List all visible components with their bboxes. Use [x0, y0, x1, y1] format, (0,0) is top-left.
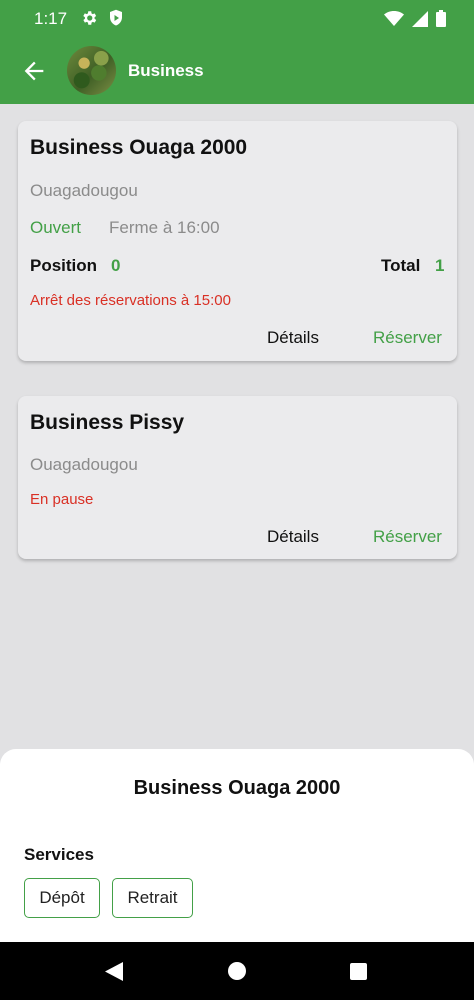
service-chip-depot[interactable]: Dépôt — [24, 878, 100, 918]
reserve-button[interactable]: Réserver — [373, 328, 442, 348]
position-label: Position — [30, 256, 98, 275]
battery-icon — [436, 10, 446, 32]
status-bar: 1:17 — [0, 0, 474, 38]
wifi-icon — [384, 10, 404, 32]
business-city: Ouagadougou — [30, 455, 138, 474]
cell-signal-icon — [412, 10, 428, 32]
services-bottom-sheet: Business Ouaga 2000 Services Dépôt Retra… — [0, 749, 474, 942]
system-nav-bar — [0, 942, 474, 1000]
position-value: 0 — [111, 256, 121, 275]
paused-status: En pause — [30, 491, 94, 508]
reservation-cutoff-note: Arrêt des réservations à 15:00 — [30, 292, 231, 309]
reserve-button[interactable]: Réserver — [373, 527, 442, 547]
closing-time: Ferme à 16:00 — [109, 218, 220, 237]
service-chip-retrait[interactable]: Retrait — [112, 878, 193, 918]
back-triangle-icon[interactable] — [105, 962, 123, 986]
total-label: Total — [381, 256, 421, 275]
arrow-left-icon[interactable] — [20, 57, 48, 85]
services-label: Services — [24, 845, 94, 864]
status-time: 1:17 — [34, 9, 68, 28]
shield-play-icon — [108, 9, 124, 32]
home-circle-icon[interactable] — [228, 962, 246, 980]
gear-icon — [80, 9, 98, 32]
recents-square-icon[interactable] — [350, 963, 367, 980]
business-card[interactable]: Business Pissy Ouagadougou En pause Déta… — [18, 396, 457, 559]
app-bar: Business — [0, 38, 474, 104]
open-status: Ouvert — [30, 218, 82, 237]
sheet-title: Business Ouaga 2000 — [133, 777, 341, 799]
avatar[interactable] — [67, 46, 116, 95]
details-button[interactable]: Détails — [267, 328, 319, 348]
business-name: Business Pissy — [30, 411, 185, 434]
total-value: 1 — [435, 256, 445, 275]
business-name: Business Ouaga 2000 — [30, 136, 248, 159]
business-city: Ouagadougou — [30, 181, 138, 200]
page-title: Business — [128, 61, 204, 80]
business-card[interactable]: Business Ouaga 2000 Ouagadougou Ouvert F… — [18, 121, 457, 361]
details-button[interactable]: Détails — [267, 527, 319, 547]
